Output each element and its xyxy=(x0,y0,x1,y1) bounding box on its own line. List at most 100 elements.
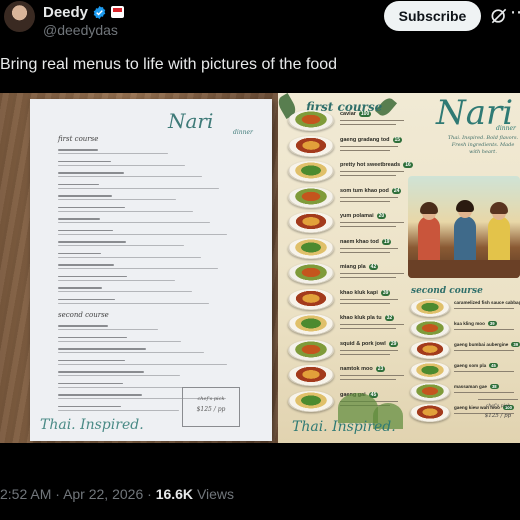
dish-description-line xyxy=(454,308,514,310)
dish-description-line xyxy=(340,273,404,275)
author-name-row[interactable]: Deedy xyxy=(43,3,125,21)
diner-figure xyxy=(418,216,440,264)
author-display-name[interactable]: Deedy xyxy=(43,4,88,21)
dish-name: khao kluk kapi 39 xyxy=(340,289,391,296)
grok-icon[interactable] xyxy=(489,6,509,26)
dish-name-text: kua kling moo xyxy=(454,321,485,326)
dish-name-text: massaman gae xyxy=(454,384,487,389)
menu-item-line xyxy=(58,195,112,197)
menu-item-line xyxy=(58,382,123,385)
dish-name: naem khao tod 19 xyxy=(340,238,392,245)
post-date[interactable]: Apr 22, 2026 xyxy=(63,486,143,502)
dish-description-line xyxy=(340,196,398,198)
dish-name: squid & pork jowl 29 xyxy=(340,340,399,347)
menu-item-description-line xyxy=(58,176,202,178)
dish-description-line xyxy=(340,200,390,202)
dish-description-line xyxy=(340,375,404,377)
post-header: Deedy @deedydas Subscribe ⋯ xyxy=(0,0,520,50)
menu-item-line xyxy=(58,172,124,174)
dish-photo xyxy=(410,299,450,317)
menu-item-description-line xyxy=(58,329,158,331)
meta-separator: · xyxy=(55,486,60,502)
dish-price-badge: 38 xyxy=(489,384,499,389)
dish-name: caramelized fish sauce cabbage25 xyxy=(454,300,520,305)
plain-menu-second-course-label: second course xyxy=(58,311,109,319)
dish-name: gaeng gradang tod 15 xyxy=(340,136,403,143)
plain-menu-chef-pick-box: chef's pick $125 / pp xyxy=(182,387,240,427)
dish-description-line xyxy=(340,379,396,381)
dish-photo xyxy=(288,212,334,233)
post-metadata: 2:52 AM · Apr 22, 2026 · 16.6K Views xyxy=(0,486,234,502)
dish-price-badge: 20 xyxy=(376,213,387,219)
menu-item-line xyxy=(58,229,113,232)
dish-description-line xyxy=(340,149,390,151)
dish-photo xyxy=(288,339,334,361)
dish-name: namtok moo 23 xyxy=(340,366,386,372)
menu-item-line xyxy=(58,241,126,243)
dish-photo xyxy=(410,320,450,338)
menu-item-line xyxy=(58,394,142,396)
dish-name-text: khao kluk kapi xyxy=(340,289,378,296)
plain-menu: Nari dinner first course second course c… xyxy=(30,99,272,441)
menu-item-line xyxy=(58,218,100,220)
dish-name-text: gaeng som pla xyxy=(454,363,487,368)
dish-photo xyxy=(288,110,334,131)
post-time[interactable]: 2:52 AM xyxy=(0,486,51,502)
post-text: Bring real menus to life with pictures o… xyxy=(0,56,338,73)
menu-item-line xyxy=(58,206,125,209)
dish-name-text: khao kluk pla tu xyxy=(340,315,382,321)
illustrated-menu-tagline: Thai. Inspired. Bold flavors. Fresh ingr… xyxy=(447,135,519,155)
menu-item-description-line xyxy=(58,164,185,166)
dish-price-badge: 32 xyxy=(384,315,395,321)
dish-photo xyxy=(288,390,334,412)
post-image[interactable]: Nari dinner first course second course c… xyxy=(0,93,520,443)
menu-item-description-line xyxy=(58,279,175,281)
dish-name-text: naem khao tod xyxy=(340,238,379,245)
menu-item-description-line xyxy=(58,340,181,342)
menu-item-line xyxy=(58,325,108,327)
dish-name: gaeng som pla 45 xyxy=(454,363,498,368)
dish-description-line xyxy=(454,392,514,394)
dish-description-line xyxy=(340,328,396,330)
dish-name-text: gaeng bumbai aubergine xyxy=(454,342,509,347)
dish-name: som tum khao pod 24 xyxy=(340,187,402,194)
diners-illustration xyxy=(408,176,520,278)
dish-name-text: squid & pork jowl xyxy=(340,340,386,347)
illustrated-menu-footer: Thai. Inspired. xyxy=(292,419,396,435)
dish-description-line xyxy=(340,302,390,304)
dish-price-badge: 39 xyxy=(511,342,520,347)
dish-photo xyxy=(288,237,334,259)
dish-price-badge: 19 xyxy=(381,238,392,245)
dish-description-line xyxy=(340,145,398,147)
illustrated-menu-chef-pick-label: chef's pick xyxy=(485,404,511,409)
more-options-icon[interactable]: ⋯ xyxy=(510,2,520,22)
diner-hair xyxy=(490,202,508,214)
author-handle[interactable]: @deedydas xyxy=(43,22,118,38)
illustrated-menu-second-course-label: second course xyxy=(411,286,483,296)
dish-price-badge: 100 xyxy=(358,111,372,117)
menu-item-description-line xyxy=(58,268,218,270)
menu-item-line xyxy=(58,298,115,301)
illustrated-menu-subtitle: dinner xyxy=(496,125,516,132)
plain-menu-chef-pick-price: $125 / pp xyxy=(196,406,226,413)
dish-price-badge: 45 xyxy=(489,363,498,368)
subscribe-button[interactable]: Subscribe xyxy=(384,1,481,31)
avatar[interactable] xyxy=(4,1,35,32)
dish-description-line xyxy=(340,226,396,228)
dish-name: gaeng bumbai aubergine 39 xyxy=(454,342,520,347)
diner-hair xyxy=(420,202,438,214)
menu-item-description-line xyxy=(58,363,227,365)
menu-item-description-line xyxy=(58,210,193,212)
dish-photo xyxy=(288,161,334,182)
dish-name: miang pla 42 xyxy=(340,264,379,270)
dish-photo xyxy=(410,404,450,422)
menu-item-description-line xyxy=(58,409,179,411)
dish-description-line xyxy=(340,171,404,173)
dish-description-line xyxy=(454,329,514,331)
menu-item-description-line xyxy=(58,302,209,304)
menu-item-line xyxy=(58,275,127,278)
dish-description-line xyxy=(454,350,514,352)
menu-item-description-line xyxy=(58,222,210,224)
menu-item-description-line xyxy=(58,352,204,354)
affiliation-badge-icon[interactable] xyxy=(111,6,125,18)
